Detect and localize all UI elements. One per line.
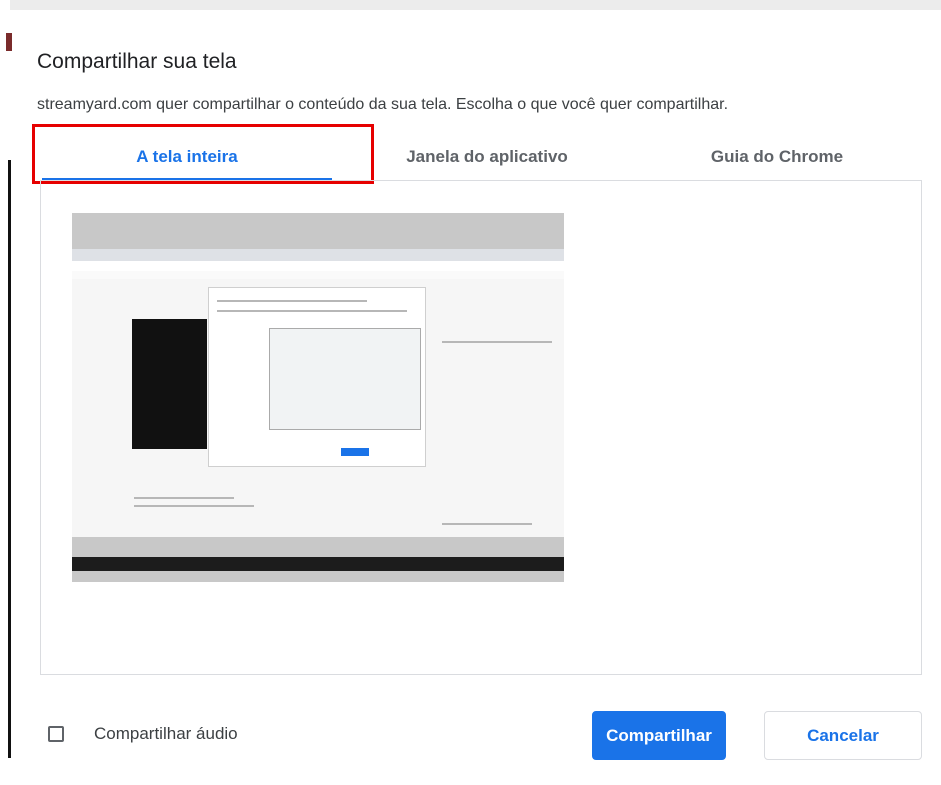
thumb-text-line — [217, 300, 367, 302]
share-audio-label: Compartilhar áudio — [94, 724, 238, 743]
tab-label: Guia do Chrome — [710, 147, 844, 166]
screen-preview-thumbnail[interactable] — [72, 213, 564, 582]
tab-application-window[interactable]: Janela do aplicativo — [342, 138, 632, 182]
thumb-inner-window — [269, 328, 421, 430]
dialog-title: Compartilhar sua tela — [37, 50, 237, 73]
thumb-text-line — [217, 310, 407, 312]
thumb-share-button — [341, 448, 369, 456]
share-audio-checkbox[interactable] — [48, 726, 64, 742]
dialog-subtitle: streamyard.com quer compartilhar o conte… — [37, 96, 729, 113]
thumb-text-line — [442, 523, 532, 525]
share-screen-dialog: Compartilhar sua tela streamyard.com que… — [12, 10, 941, 785]
thumb-browser-tabbar — [72, 249, 564, 261]
tab-label: Janela do aplicativo — [406, 147, 568, 166]
source-list — [40, 180, 922, 675]
thumb-taskbar — [72, 557, 564, 571]
thumb-text-line — [134, 505, 254, 507]
share-button[interactable]: Compartilhar — [592, 711, 726, 760]
thumb-share-dialog — [208, 287, 426, 467]
background-window-edge — [8, 160, 11, 758]
thumb-text-line — [134, 497, 234, 499]
tab-chrome-tab[interactable]: Guia do Chrome — [632, 138, 922, 182]
thumb-video-area — [132, 319, 207, 449]
top-strip — [0, 0, 941, 10]
thumb-bookmarks-bar — [72, 271, 564, 279]
cancel-button[interactable]: Cancelar — [764, 711, 922, 760]
thumb-text-line — [442, 341, 552, 343]
tab-bar: A tela inteira Janela do aplicativo Guia… — [32, 124, 922, 184]
screen-preview-image — [72, 249, 564, 571]
red-highlight-box — [32, 124, 374, 184]
